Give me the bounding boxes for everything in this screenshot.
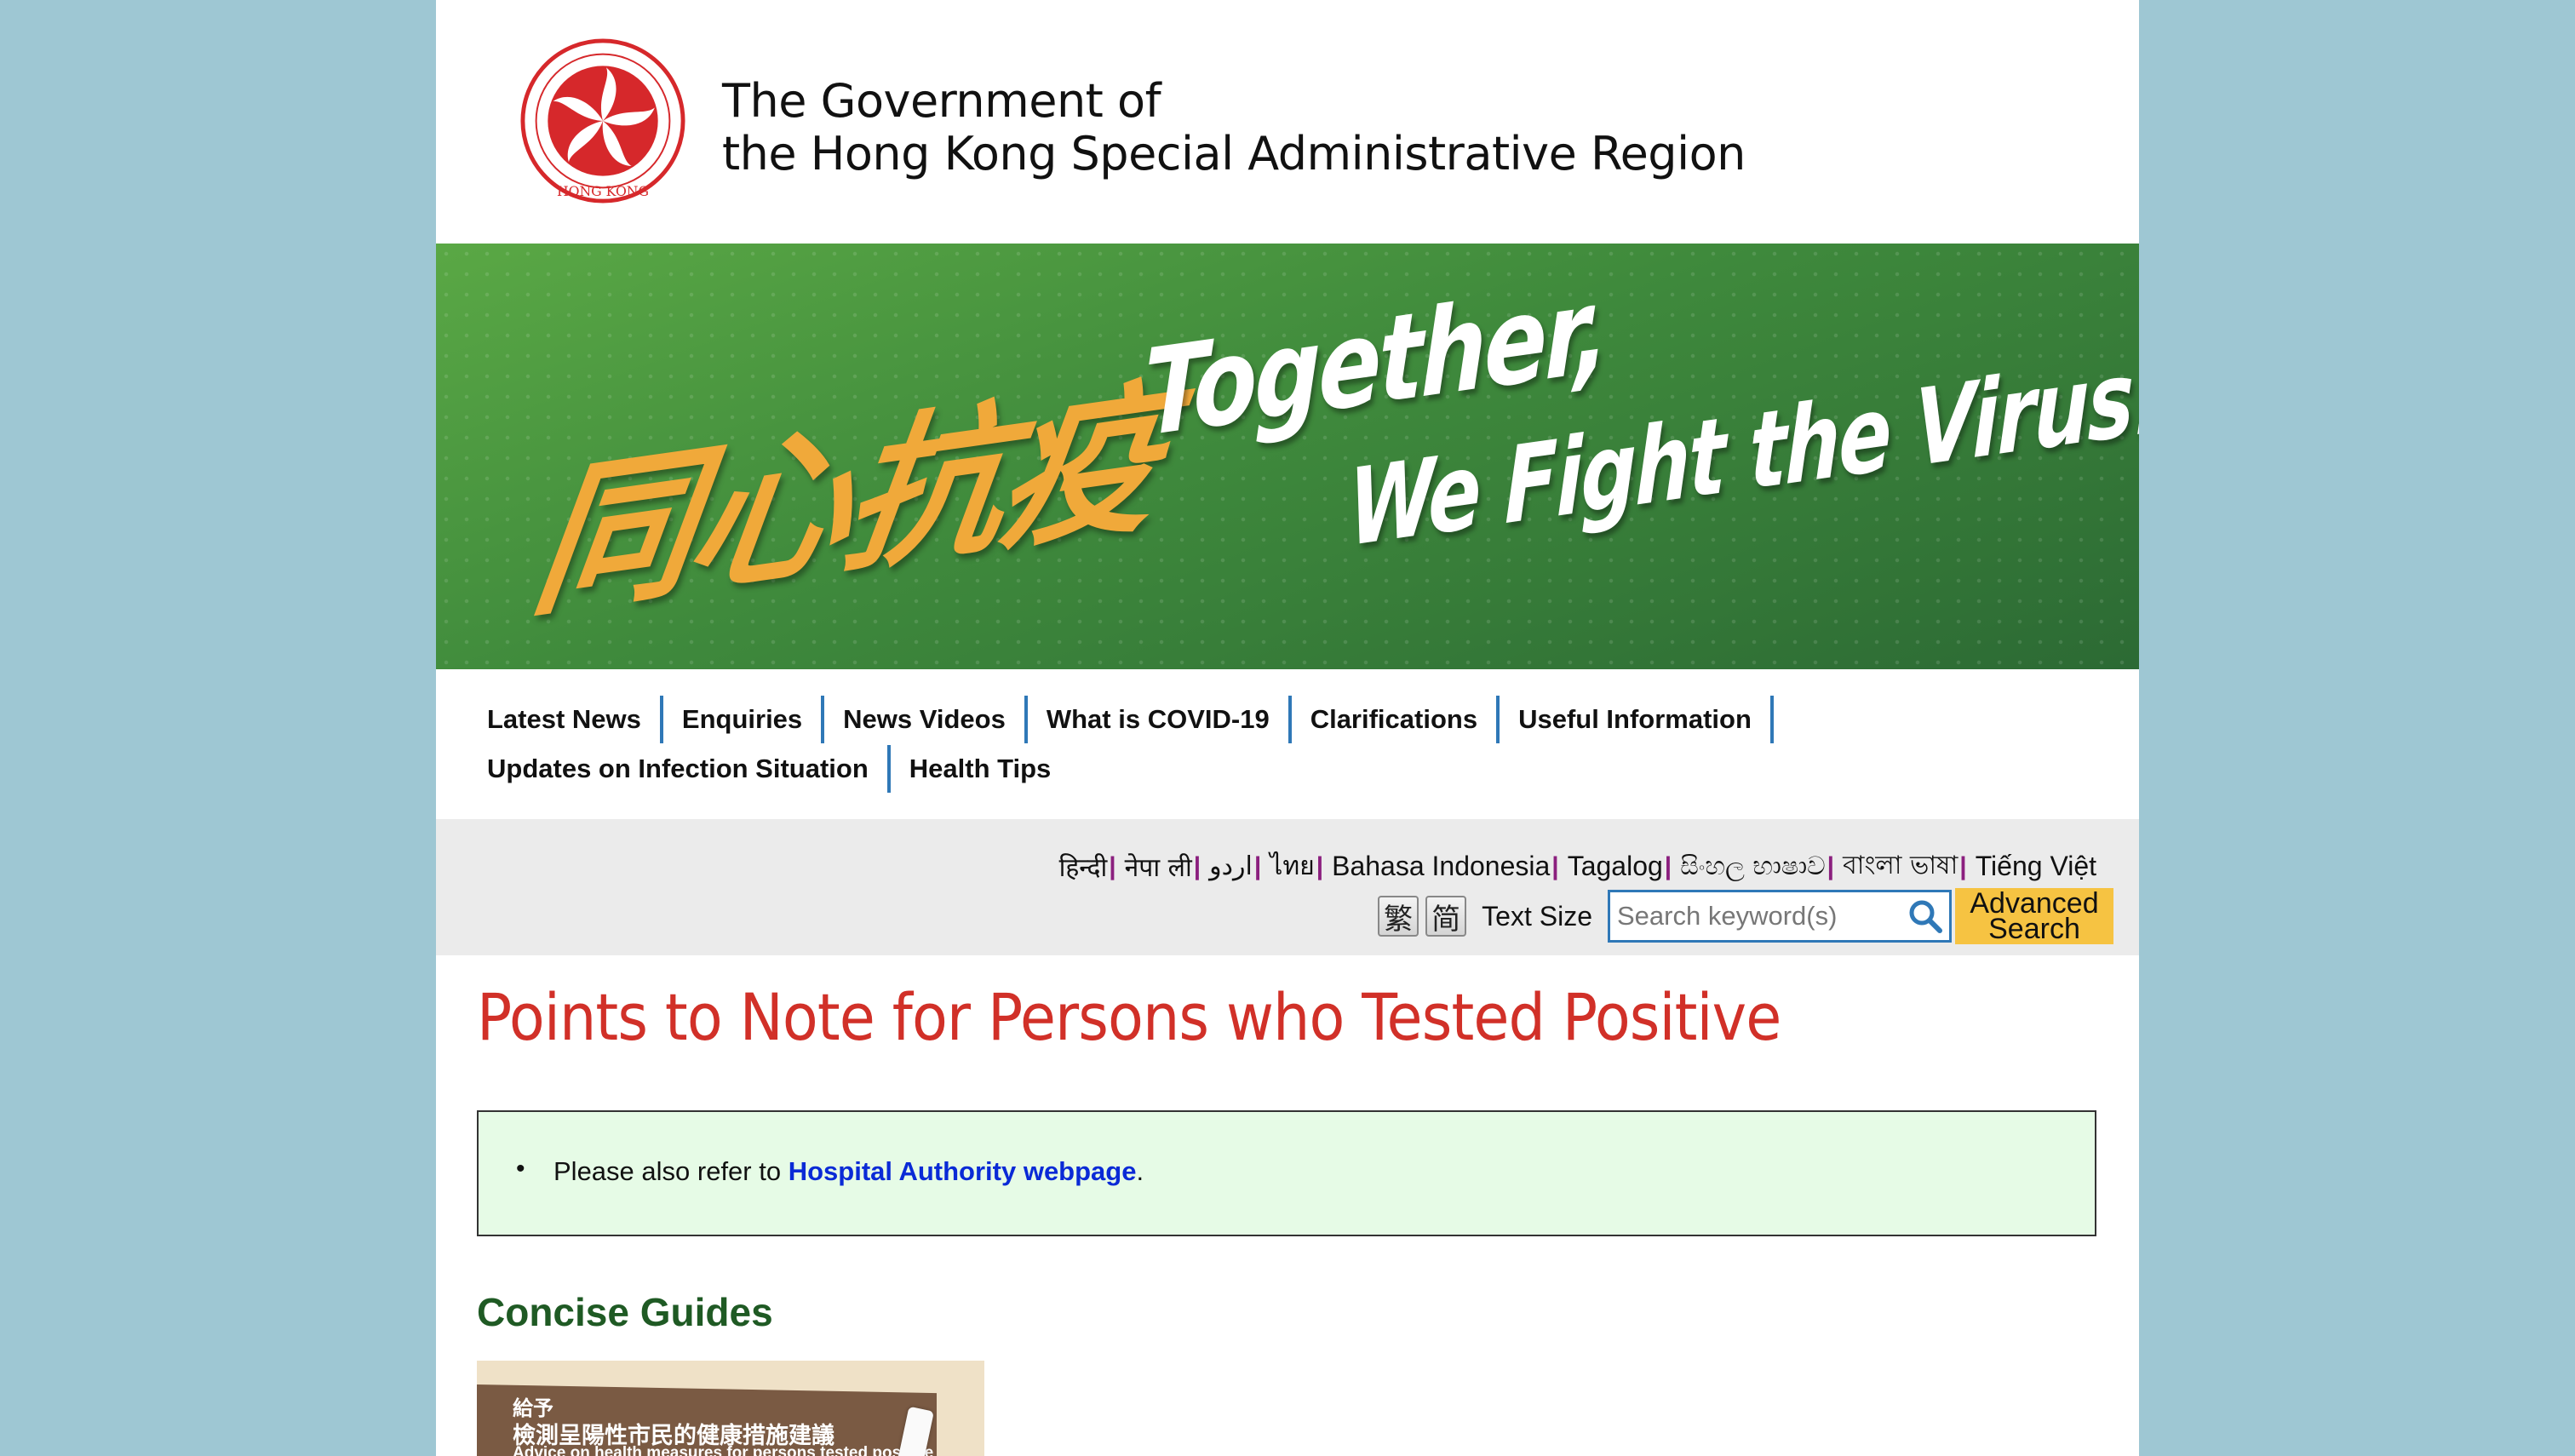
advanced-search-button[interactable]: Advanced Search (1955, 888, 2113, 944)
main-navigation: Latest News Enquiries News Videos What i… (487, 695, 2105, 794)
government-title-line1: The Government of (722, 74, 1161, 128)
lang-bengali[interactable]: বাংলা ভাষা (1843, 845, 1958, 888)
tools-row: 繁 简 Text Size Advanced Search (1378, 888, 2113, 944)
tools-bar: हिन्दी | नेपा ली | اردو | ไทย | Bahasa Indon… (436, 819, 2139, 955)
lang-separator: | (1253, 851, 1262, 880)
bullet-icon: • (516, 1155, 525, 1183)
text-size-button[interactable]: Text Size (1482, 901, 1592, 932)
hksar-emblem-icon[interactable]: HONG KONG (519, 37, 686, 204)
concise-guide-thumbnail[interactable]: 給予 檢測呈陽性市民的健康措施建議 Advice on health measu… (477, 1361, 984, 1456)
lang-nepali[interactable]: नेपा ली (1125, 849, 1192, 884)
nav-health-tips[interactable]: Health Tips (891, 745, 1070, 793)
lang-vietnamese[interactable]: Tiếng Việt (1976, 851, 2096, 882)
lang-tagalog[interactable]: Tagalog (1568, 851, 1663, 882)
traditional-chinese-button[interactable]: 繁 (1378, 896, 1419, 937)
note-suffix: . (1136, 1156, 1144, 1186)
government-title-line2: the Hong Kong Special Administrative Reg… (722, 127, 1746, 181)
campaign-banner: 同心抗疫 Together, We Fight the Virus! (436, 244, 2139, 669)
emblem-text: HONG KONG (557, 183, 649, 199)
government-title[interactable]: The Government of the Hong Kong Special … (722, 75, 1746, 181)
lang-bahasa-indonesia[interactable]: Bahasa Indonesia (1332, 851, 1550, 882)
nav-row-1: Latest News Enquiries News Videos What i… (487, 695, 2105, 744)
search-icon[interactable] (1901, 893, 1949, 939)
lang-separator: | (1316, 851, 1324, 880)
lang-sinhala[interactable]: සිංහල භාෂාව (1680, 851, 1825, 881)
nav-useful-information[interactable]: Useful Information (1500, 696, 1774, 743)
nav-latest-news[interactable]: Latest News (487, 696, 663, 743)
nav-updates-on-infection-situation[interactable]: Updates on Infection Situation (487, 745, 891, 793)
lang-separator: | (1109, 851, 1116, 880)
nav-news-videos[interactable]: News Videos (824, 696, 1028, 743)
lang-hindi[interactable]: हिन्दी (1059, 849, 1108, 884)
language-links: हिन्दी | नेपा ली | اردو | ไทย | Bahasa Indon… (1059, 845, 2096, 888)
lang-thai[interactable]: ไทย (1270, 846, 1314, 886)
lang-separator: | (1959, 851, 1967, 880)
simplified-chinese-button[interactable]: 简 (1425, 896, 1467, 937)
nav-row-2: Updates on Infection Situation Health Ti… (487, 744, 2105, 794)
lang-urdu[interactable]: اردو (1209, 851, 1253, 881)
lang-separator: | (1551, 851, 1559, 880)
page-container: HONG KONG The Government of the Hong Kon… (436, 0, 2139, 1456)
note-box: • Please also refer to Hospital Authorit… (477, 1110, 2096, 1236)
search-box (1608, 890, 1952, 943)
guide-thumbnail-label-3: Advice on health measures for persons te… (513, 1444, 934, 1456)
concise-guides-heading: Concise Guides (477, 1290, 773, 1334)
site-header: HONG KONG The Government of the Hong Kon… (436, 0, 2139, 244)
lang-separator: | (1193, 851, 1201, 880)
nav-clarifications[interactable]: Clarifications (1292, 696, 1500, 743)
note-list-item: • Please also refer to Hospital Authorit… (516, 1155, 1144, 1187)
hospital-authority-link[interactable]: Hospital Authority webpage (789, 1156, 1137, 1186)
lang-separator: | (1664, 851, 1672, 880)
advanced-search-label-line2: Search (1988, 913, 2080, 945)
lang-separator: | (1827, 851, 1835, 880)
nav-what-is-covid-19[interactable]: What is COVID-19 (1028, 696, 1292, 743)
page-title: Points to Note for Persons who Tested Po… (477, 979, 1781, 1055)
search-input[interactable] (1610, 893, 1901, 939)
note-prefix: Please also refer to (553, 1156, 789, 1186)
nav-enquiries[interactable]: Enquiries (663, 696, 825, 743)
